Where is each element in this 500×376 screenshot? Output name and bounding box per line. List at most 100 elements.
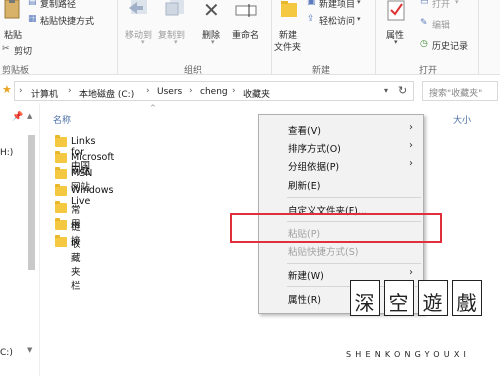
menu-item-label: 粘贴快捷方式(S) bbox=[288, 247, 359, 258]
edit-icon: ✎ bbox=[420, 18, 428, 28]
column-header-name[interactable]: 名称 bbox=[53, 113, 71, 126]
cut-button[interactable]: 剪切 bbox=[14, 44, 32, 57]
history-button[interactable]: 历史记录 bbox=[432, 39, 468, 52]
paste-shortcut-icon: ▦ bbox=[28, 14, 37, 24]
menu-divider bbox=[287, 263, 421, 264]
menu-item-sort[interactable]: 排序方式(O) › bbox=[259, 138, 423, 156]
menu-item-group[interactable]: 分组依据(P) › bbox=[259, 156, 423, 174]
nav-item-drive-h[interactable]: H:) bbox=[0, 148, 13, 158]
watermark-char: 遊 bbox=[422, 291, 443, 315]
open-button[interactable]: 打开 bbox=[432, 0, 450, 10]
menu-item-paste-shortcut[interactable]: 粘贴快捷方式(S) bbox=[259, 241, 423, 259]
folder-icon bbox=[55, 218, 67, 230]
sort-indicator-icon: ^ bbox=[150, 104, 156, 112]
delete-icon[interactable]: ✕ bbox=[203, 0, 220, 22]
address-bar[interactable]: › 计算机 › 本地磁盘 (C:) › Users › cheng › 收藏夹 … bbox=[14, 81, 414, 101]
breadcrumb-computer[interactable]: 计算机 bbox=[31, 87, 58, 100]
paste-button[interactable]: 粘贴 bbox=[4, 28, 22, 41]
menu-divider bbox=[287, 197, 421, 198]
chevron-down-icon: ▾ bbox=[394, 38, 398, 46]
highlight-box bbox=[230, 213, 442, 243]
folder-icon bbox=[55, 201, 67, 213]
copy-to-button[interactable]: 复制到 bbox=[158, 28, 185, 41]
chevron-right-icon: › bbox=[146, 86, 150, 96]
watermark-logo-tile: 戲 bbox=[452, 280, 482, 316]
chevron-down-icon: ▾ bbox=[357, 15, 361, 23]
chevron-right-icon: › bbox=[409, 140, 413, 151]
folder-icon bbox=[55, 151, 67, 163]
chevron-right-icon: › bbox=[409, 122, 413, 133]
cut-icon: ✂ bbox=[2, 44, 10, 54]
chevron-down-icon: ▾ bbox=[455, 0, 459, 6]
watermark-char: 深 bbox=[354, 291, 375, 315]
address-dropdown-icon[interactable]: ▾ bbox=[384, 86, 388, 95]
search-placeholder: 搜索"收藏夹" bbox=[429, 89, 483, 99]
column-header-size[interactable]: 大小 bbox=[453, 113, 471, 126]
watermark-char: 空 bbox=[388, 291, 409, 315]
watermark-logo-tile: 深 bbox=[350, 280, 380, 316]
new-folder-icon[interactable] bbox=[280, 0, 298, 20]
chevron-right-icon: › bbox=[409, 267, 413, 278]
menu-item-label: 新建(W) bbox=[288, 271, 324, 282]
open-icon: ▭ bbox=[420, 0, 429, 7]
menu-item-refresh[interactable]: 刷新(E) bbox=[259, 175, 423, 193]
scroll-up-icon[interactable]: ▲ bbox=[27, 112, 32, 120]
address-bar-row: ★ › 计算机 › 本地磁盘 (C:) › Users › cheng › 收藏… bbox=[0, 79, 500, 103]
breadcrumb-favorites[interactable]: 收藏夹 bbox=[243, 87, 270, 100]
folder-icon bbox=[55, 184, 67, 196]
menu-item-label: 刷新(E) bbox=[288, 181, 321, 192]
breadcrumb-local-disk[interactable]: 本地磁盘 (C:) bbox=[79, 87, 134, 100]
scroll-down-icon[interactable]: ▼ bbox=[27, 346, 32, 354]
nav-scrollbar-thumb[interactable] bbox=[28, 135, 35, 270]
chevron-right-icon: › bbox=[19, 86, 23, 96]
organize-group-label: 组织 bbox=[184, 66, 203, 76]
easy-access-button[interactable]: 轻松访问 bbox=[319, 14, 355, 27]
group-divider bbox=[478, 0, 479, 74]
copy-path-button[interactable]: 复制路径 bbox=[40, 0, 76, 10]
properties-icon[interactable] bbox=[386, 0, 408, 22]
watermark-char: 戲 bbox=[456, 291, 477, 315]
copy-path-icon: ▤ bbox=[28, 0, 37, 7]
paste-icon[interactable] bbox=[2, 0, 24, 20]
menu-item-view[interactable]: 查看(V) › bbox=[259, 120, 423, 138]
refresh-icon[interactable]: ↻ bbox=[398, 84, 407, 97]
copy-to-icon bbox=[164, 0, 190, 20]
chevron-down-icon: ▾ bbox=[174, 38, 178, 46]
folder-icon bbox=[55, 235, 67, 247]
paste-shortcut-button[interactable]: 粘贴快捷方式 bbox=[40, 14, 94, 27]
rename-button[interactable]: 重命名 bbox=[232, 28, 259, 41]
rename-icon[interactable] bbox=[235, 4, 257, 18]
menu-item-label: 属性(R) bbox=[288, 295, 322, 306]
chevron-right-icon: › bbox=[68, 86, 72, 96]
group-divider bbox=[271, 0, 272, 74]
search-input[interactable]: 搜索"收藏夹" bbox=[422, 81, 498, 101]
history-icon: ◷ bbox=[420, 39, 428, 49]
edit-button[interactable]: 编辑 bbox=[432, 18, 450, 31]
nav-item-drive-c[interactable]: C:) bbox=[0, 348, 13, 358]
watermark-logo-tile: 空 bbox=[384, 280, 414, 316]
chevron-down-icon: ▾ bbox=[357, 0, 361, 6]
menu-item-label: 排序方式(O) bbox=[288, 144, 341, 155]
move-to-button[interactable]: 移动到 bbox=[125, 28, 152, 41]
open-group-label: 打开 bbox=[419, 66, 438, 76]
chevron-down-icon: ▾ bbox=[211, 38, 215, 46]
breadcrumb-cheng[interactable]: cheng bbox=[200, 87, 228, 97]
breadcrumb-users[interactable]: Users bbox=[157, 87, 182, 97]
new-item-button[interactable]: 新建项目 bbox=[319, 0, 355, 10]
pin-icon[interactable]: 📌 bbox=[12, 112, 23, 122]
menu-item-label: 查看(V) bbox=[288, 126, 321, 137]
watermark-logo-tile: 遊 bbox=[418, 280, 448, 316]
star-icon: ★ bbox=[2, 83, 12, 96]
easy-access-icon: ⇪ bbox=[307, 14, 315, 24]
move-to-icon bbox=[127, 0, 153, 20]
chevron-right-icon: › bbox=[232, 86, 236, 96]
menu-item-label: 分组依据(P) bbox=[288, 162, 340, 173]
new-item-icon: ▣ bbox=[307, 0, 316, 7]
group-divider bbox=[375, 0, 376, 74]
folder-icon bbox=[55, 135, 67, 147]
clipboard-group-label: 剪贴板 bbox=[2, 66, 30, 76]
new-folder-button-line2[interactable]: 文件夹 bbox=[274, 40, 301, 53]
new-group-label: 新建 bbox=[312, 66, 331, 76]
ribbon: 粘贴 ✂ 剪切 ▤ 复制路径 ▦ 粘贴快捷方式 剪贴板 移动到 ▾ 复制到 ▾ … bbox=[0, 0, 500, 76]
chevron-right-icon: › bbox=[189, 86, 193, 96]
